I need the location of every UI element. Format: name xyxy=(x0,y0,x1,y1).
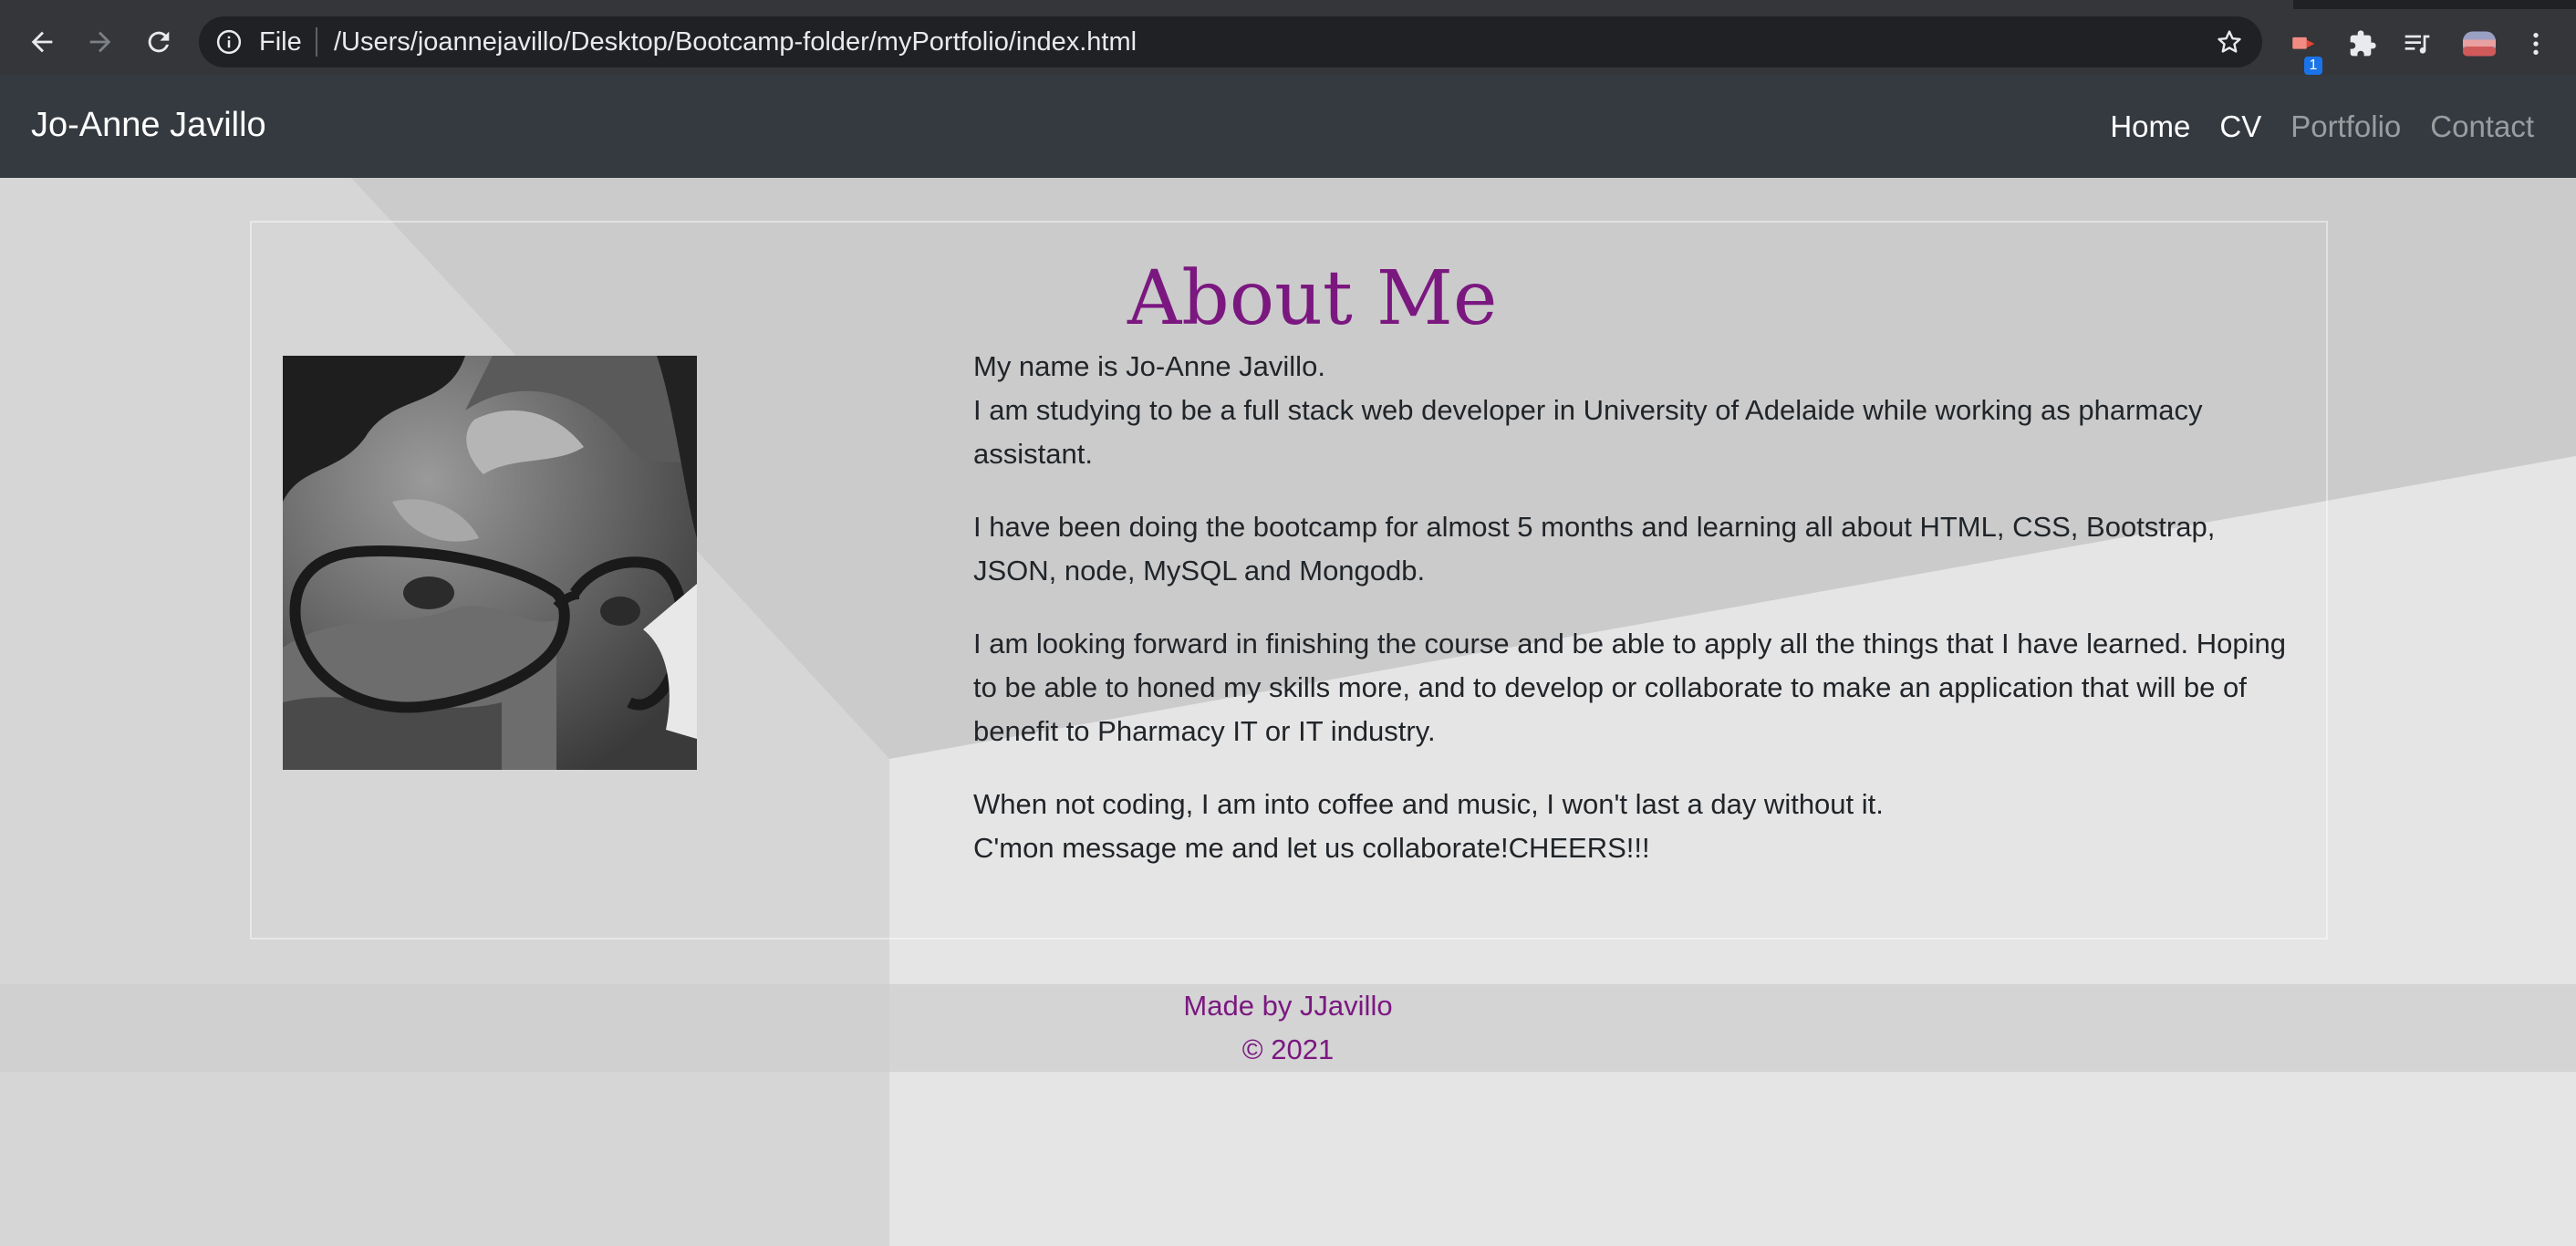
browser-toolbar: File /Users/joannejavillo/Desktop/Bootca… xyxy=(0,9,2576,75)
nav-link-home[interactable]: Home xyxy=(2110,109,2190,144)
footer-made-by: Made by JJavillo xyxy=(1183,990,1393,1022)
profile-photo xyxy=(283,356,697,770)
about-body: My name is Jo-Anne Javillo. I am studyin… xyxy=(973,345,2305,899)
nav-links: Home CV Portfolio Contact xyxy=(2110,109,2534,144)
site-footer: Made by JJavillo © 2021 xyxy=(0,984,2576,1072)
about-line: I have been doing the bootcamp for almos… xyxy=(973,511,2216,587)
url-text[interactable]: /Users/joannejavillo/Desktop/Bootcamp-fo… xyxy=(334,27,1137,57)
about-paragraph: When not coding, I am into coffee and mu… xyxy=(973,783,2305,870)
media-queue-icon[interactable] xyxy=(2399,26,2436,62)
site-brand[interactable]: Jo-Anne Javillo xyxy=(31,106,266,145)
about-me-card: About Me My name is Jo-Anne Javillo. I a… xyxy=(250,221,2328,940)
browser-menu-icon[interactable] xyxy=(2518,26,2554,62)
extension-badge: 1 xyxy=(2304,57,2322,75)
nav-link-cv[interactable]: CV xyxy=(2219,109,2261,144)
info-icon[interactable] xyxy=(215,28,243,56)
browser-tab-strip xyxy=(0,0,2576,9)
about-line: I am studying to be a full stack web dev… xyxy=(973,394,2203,470)
nav-link-portfolio[interactable]: Portfolio xyxy=(2290,109,2401,144)
reload-icon[interactable] xyxy=(139,22,179,62)
forward-icon[interactable] xyxy=(80,22,120,62)
nav-link-contact[interactable]: Contact xyxy=(2430,109,2534,144)
about-paragraph: I am looking forward in finishing the co… xyxy=(973,622,2305,753)
about-title: About Me xyxy=(1127,255,1498,342)
about-line: C'mon message me and let us collaborate!… xyxy=(973,832,1650,864)
file-scheme-label: File xyxy=(259,27,302,57)
footer-copyright: © 2021 xyxy=(1241,1033,1335,1065)
active-tab-strip xyxy=(0,0,2293,9)
omnibox-divider xyxy=(316,27,317,57)
about-line: My name is Jo-Anne Javillo. xyxy=(973,350,1325,382)
about-line: I am looking forward in finishing the co… xyxy=(973,628,2286,747)
address-bar[interactable]: File /Users/joannejavillo/Desktop/Bootca… xyxy=(199,16,2262,67)
about-paragraph: My name is Jo-Anne Javillo. I am studyin… xyxy=(973,345,2305,476)
about-line: When not coding, I am into coffee and mu… xyxy=(973,788,1884,820)
portfolio-page: Jo-Anne Javillo Home CV Portfolio Contac… xyxy=(0,75,2576,1246)
extensions-puzzle-icon[interactable] xyxy=(2344,26,2381,62)
site-navbar: Jo-Anne Javillo Home CV Portfolio Contac… xyxy=(0,75,2576,178)
about-paragraph: I have been doing the bootcamp for almos… xyxy=(973,505,2305,593)
profile-avatar-icon[interactable] xyxy=(2457,26,2501,62)
bookmark-star-icon[interactable] xyxy=(2215,27,2244,57)
back-icon[interactable] xyxy=(22,22,62,62)
